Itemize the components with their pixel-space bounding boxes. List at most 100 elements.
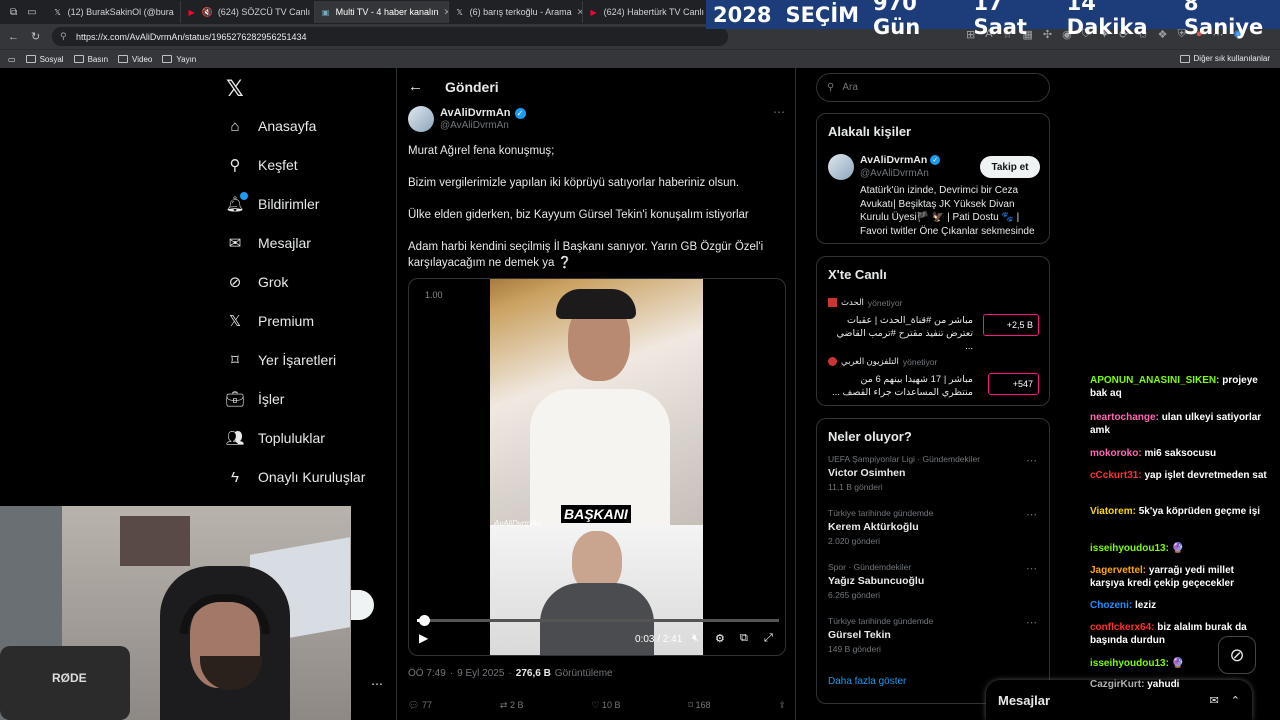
chat-text: 5k'ya köprüden geçme işi <box>1138 506 1261 517</box>
live-on-x-card: X'te Canlı الحدث yönetiyor مباشر من #قناة… <box>816 256 1050 406</box>
chat-username[interactable]: isseihyoudou13: <box>1090 658 1169 669</box>
nav-verified-orgs[interactable]: ϟ Onaylı Kuruluşlar <box>226 468 365 486</box>
notification-dot <box>240 192 248 200</box>
trend-item[interactable]: Türkiye tarihinde gündemde Gürsel Tekin 14… <box>817 616 1049 670</box>
video-scrubber[interactable] <box>419 615 431 626</box>
play-icon[interactable]: ▶ <box>419 631 428 645</box>
author-handle[interactable]: @AvAliDvrmAn <box>440 120 509 131</box>
post-more-icon[interactable]: ⋯ <box>773 105 785 119</box>
nav-jobs[interactable]: 💼︎ İşler <box>225 390 284 408</box>
trend-more-icon[interactable]: ⋯ <box>1026 454 1037 467</box>
live-host[interactable]: الحدث yönetiyor <box>828 297 902 308</box>
bookmark-folder[interactable]: Sosyal <box>25 55 64 64</box>
chat-username[interactable]: Chozeni: <box>1090 600 1132 611</box>
like-button[interactable]: ♡ 10 B <box>591 700 620 711</box>
live-listener-count[interactable]: +547 <box>988 373 1039 395</box>
bookmark-folder[interactable]: Video <box>118 55 152 64</box>
trend-more-icon[interactable]: ⋯ <box>1026 616 1037 629</box>
workspaces-icon[interactable]: ⧉ <box>10 7 17 18</box>
bookmark-button[interactable]: ⌑ 168 <box>688 700 710 711</box>
browser-tab[interactable]: 𝕏(6) barış terkoğlu - Arama✕ <box>449 1 583 23</box>
repost-button[interactable]: ⇄ 2 B <box>500 700 524 711</box>
live-title: X'te Canlı <box>828 267 887 282</box>
other-bookmarks-folder[interactable]: Diğer sık kullanılanlar <box>1179 54 1270 63</box>
browser-tab[interactable]: 𝕏(12) BurakSakinOl (@bura✕ <box>47 1 181 23</box>
live-listener-count[interactable]: +2,5 B <box>983 314 1039 336</box>
post-button[interactable] <box>349 590 374 620</box>
page-title: Gönderi <box>445 79 499 95</box>
site-info-icon[interactable]: ⚲ <box>60 31 67 42</box>
trend-item[interactable]: UEFA Şampiyonlar Ligi · Gündemdekiler Vic… <box>817 454 1049 508</box>
bookmark-folder[interactable]: Yayın <box>162 55 196 64</box>
chat-username[interactable]: conflckerx64: <box>1090 622 1154 633</box>
url-field[interactable]: ⚲ https://x.com/AvAliDvrmAn/status/19652… <box>52 27 728 46</box>
verified-badge-icon: ✓ <box>514 107 526 119</box>
settings-gear-icon[interactable]: ⚙ <box>715 632 725 645</box>
picture-in-picture-icon[interactable]: ⧉ <box>740 632 748 645</box>
live-title-text[interactable]: مباشر من #قناة_الحدث | عقبات تعترض تنفيذ… <box>828 314 974 353</box>
chat-username[interactable]: cCckurt31: <box>1090 470 1142 481</box>
browser-tab[interactable]: ▶ (624) Habertürk TV Canlı <box>583 1 717 23</box>
chat-username[interactable]: Viatorem: <box>1090 506 1136 517</box>
nav-premium[interactable]: 𝕏 Premium <box>226 312 314 330</box>
chat-message: Jagervettel: yarrağı yedi millet karşıya… <box>1090 564 1270 590</box>
heart-icon: ♡ <box>591 700 600 710</box>
grok-floating-icon[interactable]: ⊘ <box>1218 636 1256 674</box>
playback-speed: 1.00 <box>425 290 443 300</box>
browser-tab[interactable]: ▣Multi TV - 4 haber kanalın✕ <box>314 1 449 23</box>
nav-notifications[interactable]: 🔔︎ Bildirimler <box>225 192 319 213</box>
follow-button[interactable]: Takip et <box>980 156 1040 178</box>
back-icon[interactable]: ← <box>8 31 19 43</box>
video-time: 0:03 / 2:41 <box>635 634 683 645</box>
avatar[interactable] <box>828 154 854 180</box>
nav-messages[interactable]: ✉ Mesajlar <box>226 234 311 252</box>
trend-more-icon[interactable]: ⋯ <box>1026 562 1037 575</box>
reply-button[interactable]: 💬︎ 77 <box>408 700 432 711</box>
reading-list-icon[interactable]: ▭ <box>8 55 16 64</box>
mute-icon[interactable]: 🔇 <box>202 7 213 18</box>
fullscreen-icon[interactable]: ⤢ <box>764 632 773 645</box>
trend-more-icon[interactable]: ⋯ <box>1026 508 1037 521</box>
volume-icon[interactable]: 🔇︎ <box>692 632 699 645</box>
folder-icon <box>162 55 173 63</box>
chat-username[interactable]: neartochange: <box>1090 412 1159 423</box>
browser-tab[interactable]: ▶🔇(624) SÖZCÜ TV Canlı✕ <box>181 1 315 23</box>
account-more-icon[interactable]: ⋯ <box>371 677 383 691</box>
chat-username[interactable]: Jagervettel: <box>1090 565 1146 576</box>
live-host[interactable]: التلفزيون العربي yönetiyor <box>828 356 937 367</box>
nav-home[interactable]: ⌂ Anasayfa <box>226 117 316 135</box>
search-input[interactable]: Ara <box>842 82 858 93</box>
post-paragraph: Murat Ağırel fena konuşmuş; <box>408 145 555 157</box>
trend-item[interactable]: Türkiye tarihinde gündemde Kerem Aktürkoğ… <box>817 508 1049 562</box>
x-logo-icon[interactable]: 𝕏 <box>226 76 244 102</box>
countdown-label: SEÇİM <box>785 2 860 27</box>
nav-grok[interactable]: ⊘ Grok <box>226 273 289 291</box>
avatar[interactable] <box>408 106 434 132</box>
new-message-icon[interactable]: ✉ <box>1210 694 1219 707</box>
related-title: Alakalı kişiler <box>828 124 912 139</box>
video-progress-track[interactable] <box>417 619 779 622</box>
chat-text: 🔮 <box>1171 543 1185 554</box>
chat-message: CazgirKurt: yahudi <box>1090 678 1270 691</box>
nav-communities[interactable]: 👥︎ Topluluklar <box>225 429 324 447</box>
live-title-text[interactable]: مباشر | 17 شهيدا بينهم 6 من منتظري المسا… <box>828 373 973 399</box>
tab-actions-icon[interactable]: ▭ <box>27 7 36 18</box>
bookmark-folder[interactable]: Basın <box>73 55 108 64</box>
expand-icon[interactable]: ⌃ <box>1231 694 1240 707</box>
reload-icon[interactable]: ↻ <box>31 30 40 43</box>
trend-item[interactable]: Spor · Gündemdekiler Yağız Sabuncuoğlu 6.2… <box>817 562 1049 616</box>
chat-username[interactable]: APONUN_ANASINI_SIKEN: <box>1090 375 1219 386</box>
back-arrow-icon[interactable]: ← <box>408 78 423 95</box>
chat-message: neartochange: ulan ulkeyi satiyorlar amk <box>1090 411 1270 437</box>
chat-username[interactable]: mokoroko: <box>1090 448 1142 459</box>
nav-bookmarks[interactable]: ⌑ Yer İşaretleri <box>226 351 336 369</box>
related-name[interactable]: AvAliDvrmAn ✓ <box>860 154 941 166</box>
chat-text: mi6 saksocusu <box>1144 448 1217 459</box>
video-player[interactable]: 1.00 AvAliDvrmAn BAŞKANI ▶ 0:03 / 2:41 🔇… <box>408 278 786 656</box>
nav-explore[interactable]: ⚲ Keşfet <box>226 156 298 174</box>
author-name[interactable]: AvAliDvrmAn ✓ <box>440 107 526 119</box>
chat-username[interactable]: CazgirKurt: <box>1090 679 1144 690</box>
chat-username[interactable]: isseihyoudou13: <box>1090 543 1169 554</box>
share-icon[interactable]: ⇪ <box>778 700 786 711</box>
search-box[interactable]: ⚲ Ara <box>816 73 1050 102</box>
